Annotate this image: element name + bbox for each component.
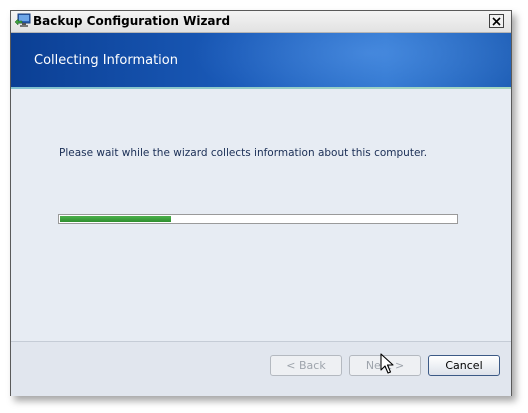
step-title: Collecting Information xyxy=(34,53,178,68)
title-bar[interactable]: Backup Configuration Wizard xyxy=(11,11,511,33)
header-banner: Collecting Information xyxy=(11,33,511,87)
progress-fill xyxy=(60,216,171,222)
wizard-content: Please wait while the wizard collects in… xyxy=(11,89,511,351)
mouse-pointer-icon xyxy=(380,353,394,374)
back-button[interactable]: < Back xyxy=(270,355,342,376)
status-message: Please wait while the wizard collects in… xyxy=(59,147,428,159)
progress-bar xyxy=(58,214,458,224)
wizard-window: Backup Configuration Wizard Collecting I… xyxy=(10,10,512,396)
cancel-button[interactable]: Cancel xyxy=(428,355,500,376)
close-button[interactable] xyxy=(489,14,504,28)
button-bar: < Back Next > Cancel xyxy=(11,341,511,396)
window-title: Backup Configuration Wizard xyxy=(33,14,231,28)
backup-wizard-app-icon xyxy=(14,13,31,29)
close-icon xyxy=(492,17,501,26)
